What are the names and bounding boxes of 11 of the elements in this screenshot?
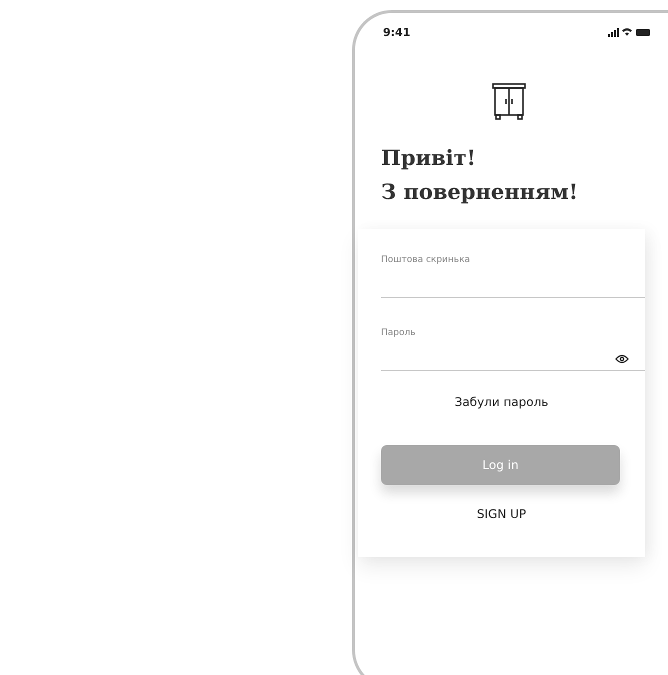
forgot-password-link[interactable]: Забули пароль bbox=[454, 395, 548, 409]
input-field[interactable]: Поштова скринька bbox=[381, 255, 645, 298]
cabinet-icon bbox=[492, 83, 526, 121]
sign-up-link[interactable]: SIGN UP bbox=[476, 507, 526, 521]
status-icons bbox=[608, 27, 650, 37]
login-button[interactable]: Log in bbox=[381, 445, 620, 485]
greeting-title: Привіт! bbox=[381, 144, 476, 172]
greeting-title: З поверненням! bbox=[381, 178, 578, 206]
status-time: 9:41 bbox=[383, 26, 410, 38]
eye-icon[interactable] bbox=[615, 354, 629, 364]
input-field[interactable]: Пароль bbox=[381, 328, 645, 371]
